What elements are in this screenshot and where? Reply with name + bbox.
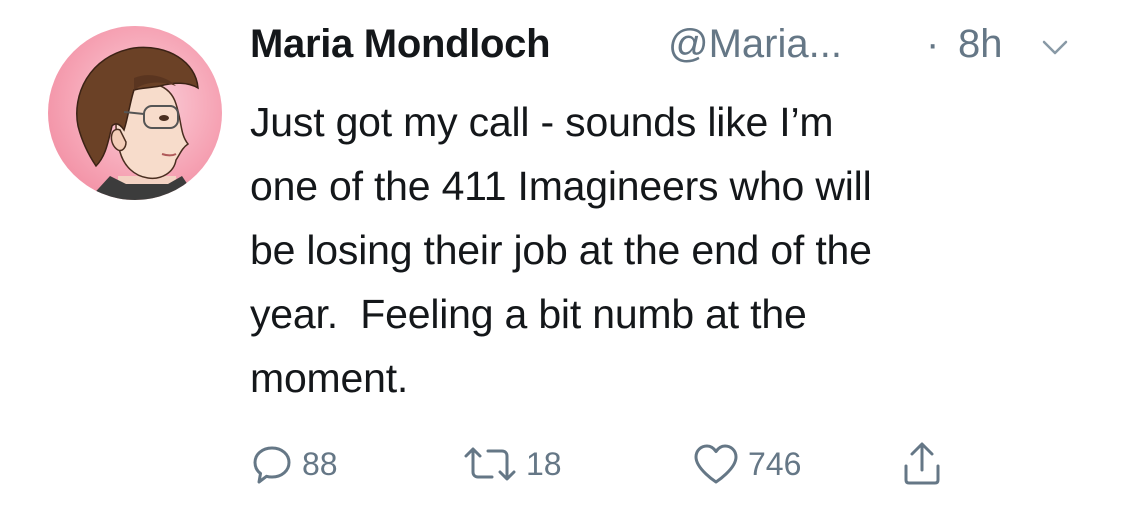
tweet-timestamp[interactable]: 8h bbox=[958, 22, 1003, 67]
avatar[interactable] bbox=[48, 26, 222, 200]
author-display-name[interactable]: Maria Mondloch bbox=[250, 22, 551, 67]
like-button[interactable]: 746 bbox=[692, 436, 801, 492]
heart-icon bbox=[692, 442, 740, 486]
reply-count: 88 bbox=[302, 445, 338, 482]
retweet-icon bbox=[462, 442, 518, 486]
tweet-content: Maria Mondloch @Maria... · 8h Just got m… bbox=[250, 20, 1080, 401]
author-handle[interactable]: @Maria... bbox=[668, 22, 842, 67]
retweet-count: 18 bbox=[526, 445, 562, 482]
tweet: Maria Mondloch @Maria... · 8h Just got m… bbox=[0, 0, 1125, 511]
tweet-actions: 88 18 746 bbox=[250, 436, 1010, 492]
tweet-text: Just got my call - sounds like I’m one o… bbox=[250, 99, 872, 401]
reply-icon bbox=[250, 442, 294, 486]
share-button[interactable] bbox=[900, 436, 944, 492]
like-count: 746 bbox=[748, 445, 802, 482]
chevron-down-icon[interactable] bbox=[1040, 36, 1070, 58]
cartoon-profile-avatar-icon bbox=[76, 46, 199, 200]
retweet-button[interactable]: 18 bbox=[462, 436, 562, 492]
tweet-header: Maria Mondloch @Maria... · 8h bbox=[250, 20, 1080, 80]
separator-dot: · bbox=[926, 22, 940, 66]
reply-button[interactable]: 88 bbox=[250, 436, 338, 492]
share-icon bbox=[900, 440, 944, 488]
